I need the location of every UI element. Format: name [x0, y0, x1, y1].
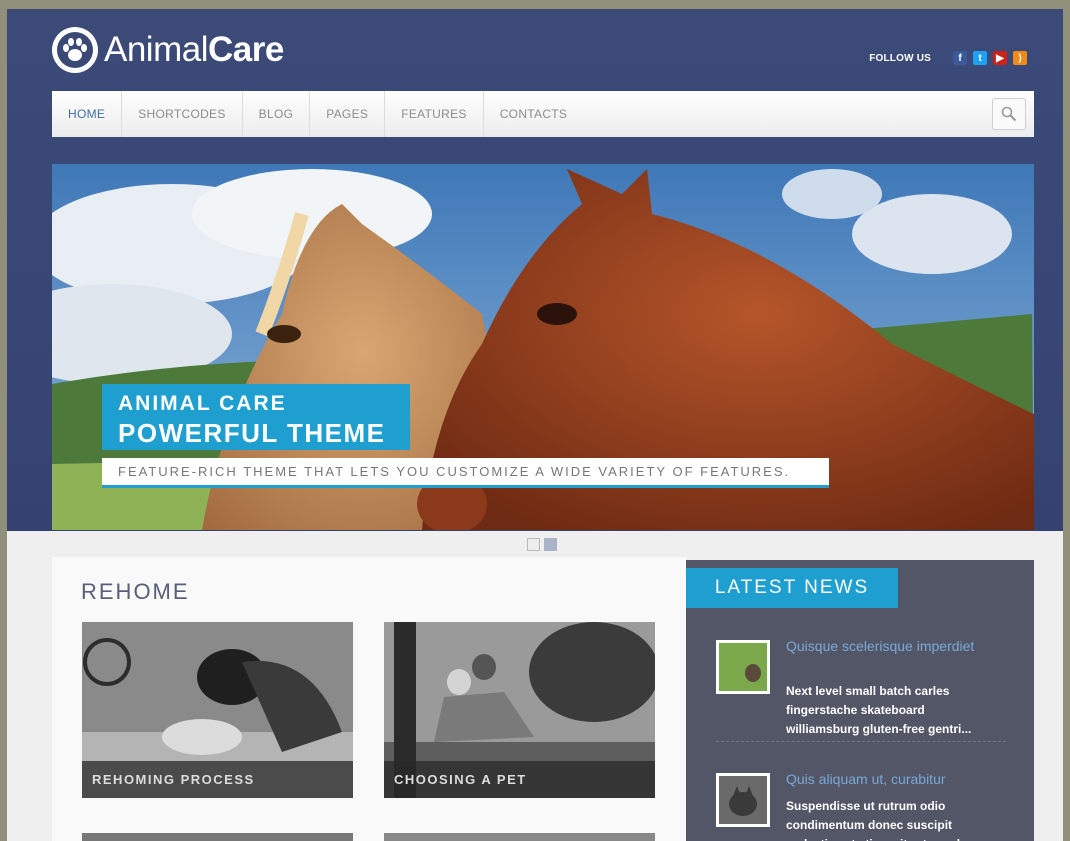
- slider-caption-line1: ANIMAL CARE: [118, 392, 287, 415]
- youtube-icon[interactable]: ▶: [993, 51, 1007, 65]
- news-thumbnail[interactable]: [716, 773, 770, 827]
- nav-item-shortcodes[interactable]: SHORTCODES: [122, 91, 243, 137]
- logo-text-light: Animal: [104, 30, 208, 69]
- page-frame: AnimalCare FOLLOW US f t ▶ ) HOME SHORTC…: [7, 9, 1063, 841]
- rehome-card-partial[interactable]: [384, 833, 655, 841]
- slider-caption-line2: POWERFUL THEME: [118, 418, 386, 448]
- logo-text-bold: Care: [207, 30, 284, 69]
- slider-caption-title: ANIMAL CARE POWERFUL THEME: [102, 384, 410, 450]
- slider-dot-2[interactable]: [544, 538, 557, 551]
- rehome-section: REHOME REHOMING PROCESS CHOOSING A PET: [52, 557, 686, 841]
- news-thumb-image: [719, 776, 767, 824]
- nav-item-contacts[interactable]: CONTACTS: [484, 91, 584, 137]
- main-nav: HOME SHORTCODES BLOG PAGES FEATURES CONT…: [52, 91, 1034, 137]
- slider-dot-1[interactable]: [527, 538, 540, 551]
- slider-caption-sub: FEATURE-RICH THEME THAT LETS YOU CUSTOMI…: [102, 458, 829, 488]
- paw-icon: [52, 27, 98, 73]
- follow-label: FOLLOW US: [869, 52, 931, 64]
- latest-news: LATEST NEWS Quisque scelerisque imperdie…: [686, 560, 1034, 841]
- nav-item-features[interactable]: FEATURES: [385, 91, 484, 137]
- news-headline[interactable]: Quisque scelerisque imperdiet: [786, 638, 1016, 654]
- news-excerpt: Suspendisse ut rutrum odio condimentum d…: [786, 799, 960, 841]
- social-bar: FOLLOW US f t ▶ ): [869, 51, 1027, 65]
- nav-item-pages[interactable]: PAGES: [310, 91, 386, 137]
- rehome-card[interactable]: CHOOSING A PET: [384, 622, 655, 798]
- news-headline[interactable]: Quis aliquam ut, curabitur: [786, 771, 1016, 787]
- search-button[interactable]: [992, 98, 1026, 130]
- slider-dots: [527, 538, 561, 551]
- nav-item-home[interactable]: HOME: [52, 91, 123, 137]
- rehome-card[interactable]: REHOMING PROCESS: [82, 622, 353, 798]
- rehome-card-label: CHOOSING A PET: [384, 761, 655, 798]
- rss-icon[interactable]: ): [1013, 51, 1027, 65]
- site-logo[interactable]: AnimalCare: [52, 27, 284, 73]
- rehome-title: REHOME: [81, 579, 190, 604]
- news-thumb-image: [719, 643, 767, 691]
- facebook-icon[interactable]: f: [953, 51, 967, 65]
- rehome-card-partial[interactable]: [82, 833, 353, 841]
- latest-news-title: LATEST NEWS: [686, 568, 898, 608]
- nav-item-blog[interactable]: BLOG: [243, 91, 311, 137]
- logo-text: AnimalCare: [104, 30, 284, 70]
- rehome-card-label: REHOMING PROCESS: [82, 761, 353, 798]
- twitter-icon[interactable]: t: [973, 51, 987, 65]
- search-icon: [1001, 106, 1017, 122]
- news-thumbnail[interactable]: [716, 640, 770, 694]
- news-divider: [716, 741, 1006, 742]
- news-excerpt: Next level small batch carles fingerstac…: [786, 684, 972, 736]
